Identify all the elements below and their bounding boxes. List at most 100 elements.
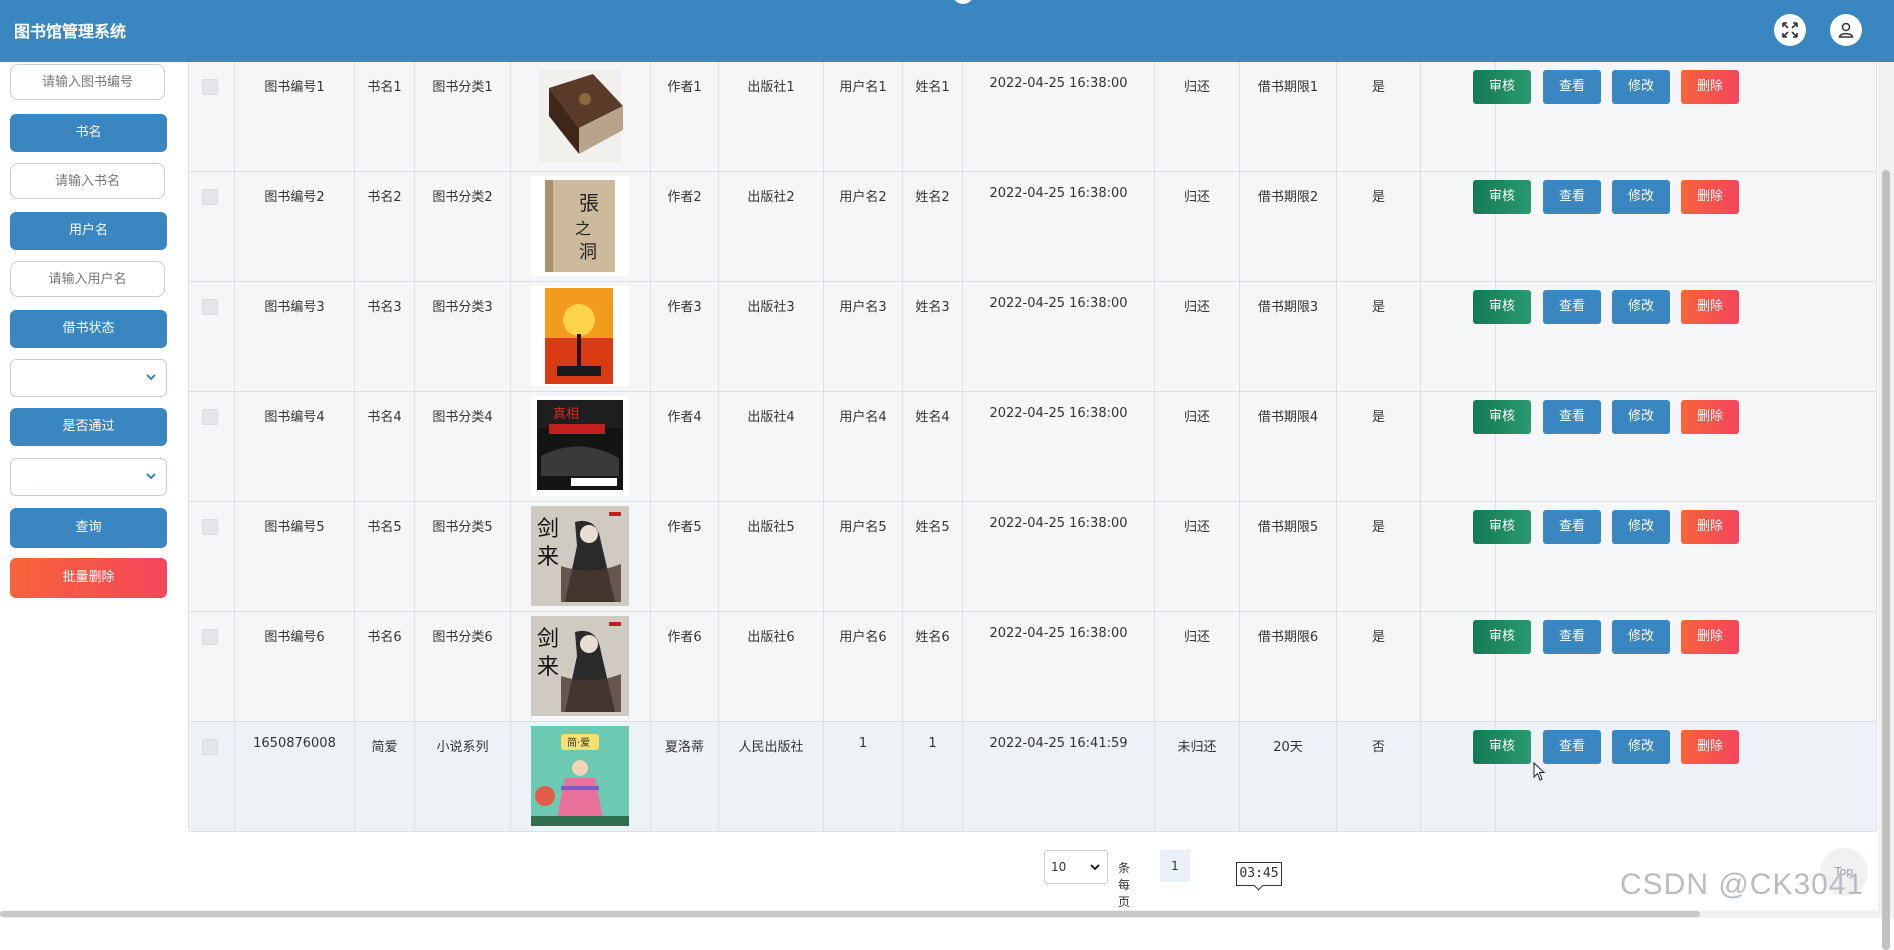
edit-button[interactable]: 修改	[1612, 620, 1670, 654]
audit-button[interactable]: 审核	[1473, 290, 1531, 324]
cell-category: 图书分类6	[415, 612, 511, 721]
cell-status: 归还	[1155, 392, 1240, 501]
audit-button[interactable]: 审核	[1473, 400, 1531, 434]
svg-text:剑: 剑	[537, 517, 559, 542]
book-name-input[interactable]	[10, 163, 165, 199]
scrollbar-thumb[interactable]	[1882, 170, 1890, 950]
delete-button[interactable]: 删除	[1681, 620, 1739, 654]
select-cell	[189, 172, 235, 281]
chevron-down-icon	[146, 473, 156, 480]
book-no-input[interactable]	[10, 64, 165, 100]
cell-approved: 是	[1337, 502, 1421, 611]
cell-borrow-time: 2022-04-25 16:38:00	[963, 282, 1155, 391]
cover-cell: 剑来	[511, 502, 651, 611]
row-checkbox[interactable]	[202, 299, 218, 315]
view-button[interactable]: 查看	[1543, 510, 1601, 544]
cell-publisher: 出版社4	[719, 392, 824, 501]
cell-book-no: 图书编号5	[235, 502, 355, 611]
book-cover-image	[531, 286, 629, 386]
query-button[interactable]: 查询	[10, 508, 167, 548]
row-checkbox[interactable]	[202, 629, 218, 645]
row-checkbox[interactable]	[202, 409, 218, 425]
book-cover-image: 简·爱	[531, 726, 629, 826]
cell-category: 图书分类2	[415, 172, 511, 281]
page-number-1[interactable]: 1	[1160, 850, 1190, 882]
view-button[interactable]: 查看	[1543, 70, 1601, 104]
svg-text:来: 来	[537, 655, 559, 680]
svg-text:洞: 洞	[579, 242, 597, 263]
cell-period: 借书期限4	[1240, 392, 1337, 501]
edit-button[interactable]: 修改	[1612, 510, 1670, 544]
actions-cell: 审核 查看 修改 删除	[1473, 172, 1876, 281]
edit-button[interactable]: 修改	[1612, 180, 1670, 214]
row-checkbox[interactable]	[202, 79, 218, 95]
cell-approved: 是	[1337, 172, 1421, 281]
cell-borrow-time: 2022-04-25 16:38:00	[963, 62, 1155, 171]
row-checkbox[interactable]	[202, 189, 218, 205]
app-title: 图书馆管理系统	[14, 22, 127, 41]
horizontal-scrollbar[interactable]	[0, 910, 1878, 918]
edit-button[interactable]: 修改	[1612, 290, 1670, 324]
scrollbar-thumb[interactable]	[0, 911, 1700, 917]
view-button[interactable]: 查看	[1543, 620, 1601, 654]
cell-name: 简爱	[355, 722, 415, 831]
delete-button[interactable]: 删除	[1681, 290, 1739, 324]
borrow-status-select[interactable]	[10, 359, 167, 397]
edit-button[interactable]: 修改	[1612, 400, 1670, 434]
delete-button[interactable]: 删除	[1681, 180, 1739, 214]
page-size-select[interactable]: 10	[1044, 850, 1108, 884]
audit-button[interactable]: 审核	[1473, 730, 1531, 764]
vertical-scrollbar[interactable]	[1878, 62, 1894, 950]
delete-button[interactable]: 删除	[1681, 510, 1739, 544]
actions-cell: 审核 查看 修改 删除	[1473, 392, 1876, 501]
audit-button[interactable]: 审核	[1473, 180, 1531, 214]
cell-status: 归还	[1155, 172, 1240, 281]
cell-publisher: 人民出版社	[719, 722, 824, 831]
user-icon[interactable]	[1830, 14, 1862, 46]
delete-button[interactable]: 删除	[1681, 400, 1739, 434]
batch-delete-button[interactable]: 批量删除	[10, 558, 167, 598]
audit-button[interactable]: 审核	[1473, 620, 1531, 654]
cell-category: 小说系列	[415, 722, 511, 831]
cell-username: 用户名1	[824, 62, 903, 171]
row-checkbox[interactable]	[202, 519, 218, 535]
audit-button[interactable]: 审核	[1473, 70, 1531, 104]
cell-publisher: 出版社5	[719, 502, 824, 611]
cell-approved: 是	[1337, 62, 1421, 171]
approved-select[interactable]	[10, 458, 167, 496]
cell-username: 用户名4	[824, 392, 903, 501]
top-notch	[952, 0, 974, 4]
actions-cell: 审核 查看 修改 删除	[1473, 282, 1876, 391]
view-button[interactable]: 查看	[1543, 180, 1601, 214]
cell-period: 借书期限1	[1240, 62, 1337, 171]
delete-button[interactable]: 删除	[1681, 70, 1739, 104]
cell-realname: 姓名4	[903, 392, 963, 501]
username-input[interactable]	[10, 261, 165, 297]
expand-icon[interactable]	[1774, 14, 1806, 46]
cell-realname: 1	[903, 722, 963, 831]
chevron-down-icon	[146, 374, 156, 381]
view-button[interactable]: 查看	[1543, 400, 1601, 434]
book-cover-image: 剑来	[531, 616, 629, 716]
cell-publisher: 出版社2	[719, 172, 824, 281]
cell-book-no: 图书编号1	[235, 62, 355, 171]
cell-borrow-time: 2022-04-25 16:38:00	[963, 392, 1155, 501]
actions-cell: 审核 查看 修改 删除	[1473, 612, 1876, 721]
top-bar: 图书馆管理系统	[0, 0, 1894, 62]
cell-username: 用户名3	[824, 282, 903, 391]
book-cover-image: 真相	[531, 396, 629, 496]
cell-approved: 是	[1337, 392, 1421, 501]
actions-cell: 审核 查看 修改 删除	[1473, 62, 1876, 171]
select-cell	[189, 282, 235, 391]
cell-username: 用户名6	[824, 612, 903, 721]
view-button[interactable]: 查看	[1543, 290, 1601, 324]
cell-publisher: 出版社3	[719, 282, 824, 391]
row-checkbox[interactable]	[202, 739, 218, 755]
view-button[interactable]: 查看	[1543, 730, 1601, 764]
edit-button[interactable]: 修改	[1612, 730, 1670, 764]
edit-button[interactable]: 修改	[1612, 70, 1670, 104]
delete-button[interactable]: 删除	[1681, 730, 1739, 764]
audit-button[interactable]: 审核	[1473, 510, 1531, 544]
cell-publisher: 出版社1	[719, 62, 824, 171]
svg-text:剑: 剑	[537, 627, 559, 652]
